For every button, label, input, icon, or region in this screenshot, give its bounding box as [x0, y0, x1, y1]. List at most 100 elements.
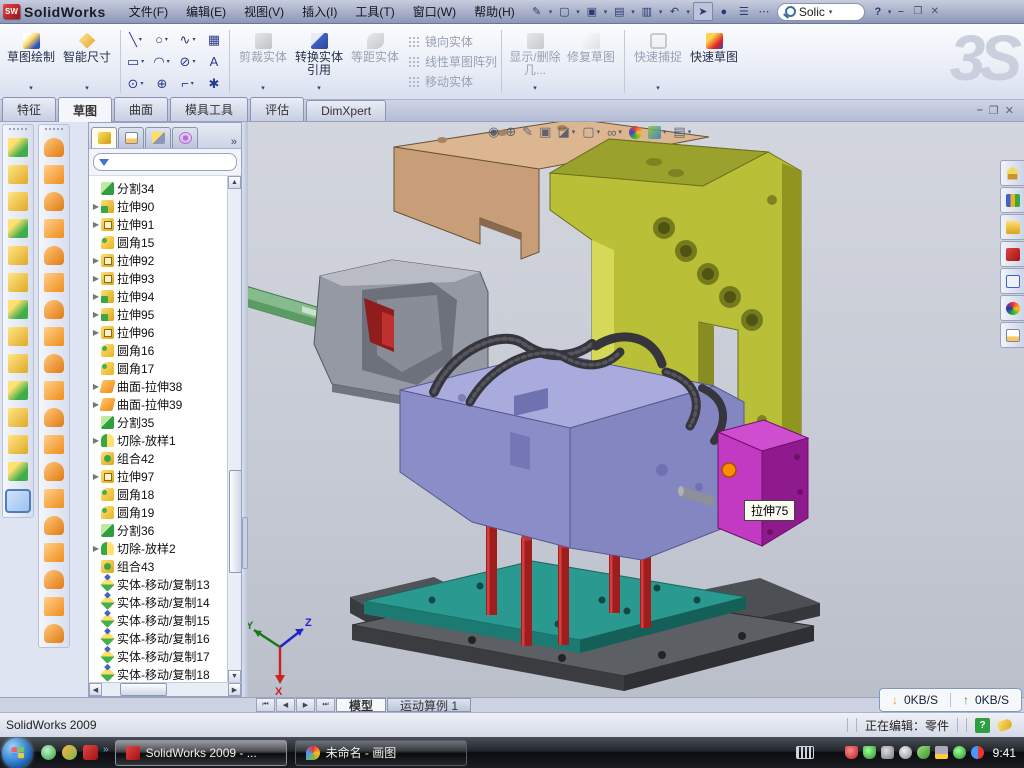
network-warning-icon[interactable]: [935, 746, 948, 759]
linear-pattern-icon[interactable]: [8, 327, 28, 346]
planar-surface-icon[interactable]: [44, 300, 64, 319]
convert-entities-caret[interactable]: ▾: [317, 85, 321, 93]
instant3d-icon[interactable]: [5, 489, 31, 513]
print-icon-caret[interactable]: ▾: [659, 8, 663, 16]
tag-icon[interactable]: [997, 718, 1014, 732]
expand-arrow-icon[interactable]: ▶: [91, 220, 101, 229]
undo-icon[interactable]: ↶: [665, 3, 683, 20]
extruded-boss-icon[interactable]: [8, 138, 28, 157]
model-tab-0[interactable]: 模型: [336, 698, 386, 712]
antivirus-shield-icon[interactable]: [845, 746, 858, 759]
tree-item[interactable]: 分割36: [91, 521, 241, 539]
menu-item-4[interactable]: 工具(T): [346, 0, 403, 23]
trim-surface-icon[interactable]: [44, 489, 64, 508]
open-icon-caret[interactable]: ▾: [604, 8, 608, 16]
thicken-icon[interactable]: [44, 570, 64, 589]
circle-icon-caret[interactable]: ▾: [165, 36, 168, 43]
taskbar-task-1[interactable]: 未命名 - 画图: [295, 740, 467, 766]
revolved-surface-icon[interactable]: [44, 165, 64, 184]
display-style-icon[interactable]: ▢▾: [582, 124, 601, 140]
undo-icon-caret[interactable]: ▾: [686, 8, 690, 16]
close-button[interactable]: ✕: [926, 4, 943, 19]
expand-arrow-icon[interactable]: ▶: [91, 292, 101, 301]
extend-surface-icon[interactable]: [44, 462, 64, 481]
tree-item[interactable]: 圆角16: [91, 341, 241, 359]
desktop-icon[interactable]: [62, 745, 77, 760]
tree-item[interactable]: 实体-移动/复制16: [91, 629, 241, 647]
tree-item[interactable]: 分割34: [91, 179, 241, 197]
expand-arrow-icon[interactable]: ▶: [91, 274, 101, 283]
slot-icon-caret[interactable]: ▾: [140, 80, 143, 87]
model-tab-1[interactable]: 运动算例 1: [387, 698, 471, 712]
tree-item[interactable]: ▶拉伸96: [91, 323, 241, 341]
untrim-surface-icon[interactable]: [44, 516, 64, 535]
combine-icon[interactable]: [8, 354, 28, 373]
doc-restore-button[interactable]: ❐: [989, 104, 999, 117]
shell-icon[interactable]: [8, 273, 28, 292]
open-icon[interactable]: ▣: [583, 3, 601, 20]
messenger-icon[interactable]: [41, 745, 56, 760]
expand-arrow-icon[interactable]: ▶: [91, 436, 101, 445]
defender-shield-icon[interactable]: [863, 746, 876, 759]
extruded-cut-icon[interactable]: [8, 165, 28, 184]
select-arrow-icon[interactable]: ➤: [693, 2, 713, 21]
pin-icon[interactable]: ✎: [528, 3, 546, 20]
toolbar-grip[interactable]: [8, 127, 28, 132]
split-icon[interactable]: [8, 381, 28, 400]
tree-item[interactable]: ▶拉伸93: [91, 269, 241, 287]
offset-surface-icon[interactable]: [44, 354, 64, 373]
file-explorer-tab[interactable]: [1000, 214, 1024, 240]
tab-模具工具[interactable]: 模具工具: [170, 97, 248, 121]
tree-vertical-scrollbar[interactable]: ▲ ▼: [227, 176, 241, 683]
keyboard-layout-icon[interactable]: [796, 746, 814, 759]
configurationmanager-tab[interactable]: [145, 127, 171, 148]
sketch-fillet-icon-caret[interactable]: ▾: [191, 80, 194, 87]
featuremanager-tab[interactable]: [91, 127, 117, 148]
help-button[interactable]: ?: [869, 3, 887, 20]
view-settings-icon-caret[interactable]: ▾: [688, 128, 692, 136]
expand-arrow-icon[interactable]: ▶: [91, 328, 101, 337]
tab-DimXpert[interactable]: DimXpert: [306, 100, 386, 121]
first-tab-button[interactable]: ⏮: [256, 698, 275, 712]
tree-horizontal-scrollbar[interactable]: ◀ ▶: [89, 682, 241, 696]
volume-icon[interactable]: [899, 746, 912, 759]
search-caret-icon[interactable]: ▾: [829, 8, 833, 16]
tree-item[interactable]: 实体-移动/复制13: [91, 575, 241, 593]
surface-spline-icon[interactable]: [44, 624, 64, 643]
appearances-scenes-tab[interactable]: [1000, 295, 1024, 321]
print-icon[interactable]: ▥: [638, 3, 656, 20]
tree-item[interactable]: ▶切除-放样1: [91, 431, 241, 449]
menu-item-2[interactable]: 视图(V): [235, 0, 293, 23]
minimize-button[interactable]: –: [892, 4, 909, 19]
apply-scene-icon-caret[interactable]: ▾: [663, 128, 667, 136]
hide-show-items-icon-caret[interactable]: ▾: [618, 128, 622, 136]
options-icon[interactable]: ☰: [735, 3, 753, 20]
ruled-surface-icon[interactable]: [44, 381, 64, 400]
menu-item-6[interactable]: 帮助(H): [465, 0, 524, 23]
tree-item[interactable]: ▶拉伸97: [91, 467, 241, 485]
rapid-sketch-button[interactable]: 快速草图: [686, 28, 742, 96]
rebuild-icon[interactable]: ●: [715, 3, 733, 20]
smart-dimension-button[interactable]: 智能尺寸▾: [59, 28, 115, 96]
tree-item[interactable]: ▶曲面-拉伸38: [91, 377, 241, 395]
propertymanager-tab[interactable]: [118, 127, 144, 148]
fillet-icon[interactable]: [8, 192, 28, 211]
tree-item[interactable]: ▶曲面-拉伸39: [91, 395, 241, 413]
tree-item[interactable]: ▶拉伸94: [91, 287, 241, 305]
dimxpertmanager-tab[interactable]: [172, 127, 198, 148]
tree-item[interactable]: 组合43: [91, 557, 241, 575]
start-button[interactable]: [2, 738, 32, 768]
spline-icon[interactable]: ∿▾: [175, 29, 201, 51]
menu-item-0[interactable]: 文件(F): [120, 0, 177, 23]
tree-item[interactable]: 圆角18: [91, 485, 241, 503]
restore-button[interactable]: ❐: [909, 4, 926, 19]
zoom-fit-icon[interactable]: ◉: [488, 124, 499, 140]
doc-minimize-button[interactable]: –: [977, 104, 983, 117]
rectangle-icon[interactable]: ▭▾: [123, 51, 149, 73]
menu-item-5[interactable]: 窗口(W): [404, 0, 465, 23]
tree-item[interactable]: 实体-移动/复制17: [91, 647, 241, 665]
apply-scene-icon[interactable]: ▾: [648, 126, 668, 139]
text-icon[interactable]: A: [201, 51, 227, 73]
revolved-boss-icon[interactable]: [8, 246, 28, 265]
taskbar-task-0[interactable]: SolidWorks 2009 - ...: [115, 740, 287, 766]
